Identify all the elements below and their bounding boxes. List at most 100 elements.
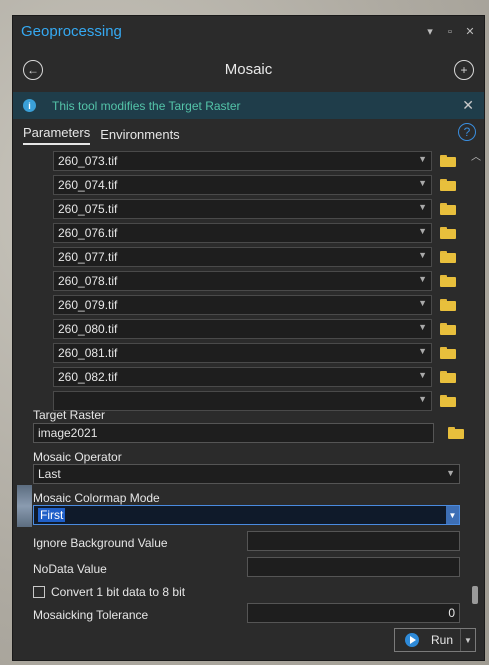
info-message: This tool modifies the Target Raster [52,98,241,113]
input-raster-row: 260_082.tif ▼ [53,365,456,389]
chevron-down-icon[interactable]: ▼ [418,370,427,380]
input-raster-field[interactable]: 260_076.tif ▼ [53,223,432,243]
folder-browse-icon[interactable] [440,203,456,215]
info-banner: i This tool modifies the Target Raster ✕ [13,92,484,119]
run-button[interactable]: Run ▼ [394,628,476,652]
input-raster-value: 260_074.tif [58,178,118,192]
input-raster-value: 260_076.tif [58,226,118,240]
convert-1bit-checkbox[interactable] [33,586,45,598]
nodata-input[interactable] [247,557,460,577]
chevron-down-icon[interactable]: ▼ [446,506,459,524]
mosaic-operator-value: Last [38,467,61,481]
target-raster-browse-icon[interactable] [448,427,464,439]
target-raster-label: Target Raster [33,408,106,422]
dismiss-info-icon[interactable]: ✕ [462,97,474,114]
ignore-background-label: Ignore Background Value [33,536,168,550]
input-raster-field[interactable]: 260_074.tif ▼ [53,175,432,195]
chevron-down-icon[interactable]: ▼ [418,274,427,284]
tab-parameters[interactable]: Parameters [23,125,91,145]
mosaic-operator-select[interactable]: Last ▼ [33,464,460,484]
input-raster-field[interactable]: 260_082.tif ▼ [53,367,432,387]
back-button[interactable]: ← [23,59,43,80]
active-parameter-indicator [17,485,32,527]
folder-browse-icon[interactable] [440,251,456,263]
add-button[interactable]: + [453,59,474,80]
input-raster-row: 260_076.tif ▼ [53,221,456,245]
info-icon: i [23,99,36,112]
input-raster-value: 260_080.tif [58,322,118,336]
nodata-label: NoData Value [33,562,107,576]
close-icon[interactable]: ✕ [464,25,476,38]
folder-browse-icon[interactable] [440,323,456,335]
input-raster-field[interactable]: ▼ [53,391,432,411]
maximize-icon[interactable]: ▫ [444,26,456,38]
input-raster-row: 260_075.tif ▼ [53,197,456,221]
scroll-up-icon[interactable]: ︿ [471,148,481,163]
ignore-background-input[interactable] [247,531,460,551]
help-icon[interactable]: ? [458,123,476,141]
tool-nav-row: ← Mosaic + [13,47,484,92]
scrollbar[interactable]: ︿ [471,148,481,606]
chevron-down-icon[interactable]: ▼ [418,250,427,260]
input-raster-row: 260_079.tif ▼ [53,293,456,317]
input-raster-row: 260_077.tif ▼ [53,245,456,269]
mosaicking-tolerance-input[interactable]: 0 [247,603,460,623]
pane-options-icon[interactable]: ▾ [424,25,436,38]
chevron-down-icon[interactable]: ▼ [418,322,427,332]
folder-browse-icon[interactable] [440,275,456,287]
chevron-down-icon[interactable]: ▼ [418,226,427,236]
input-raster-value: 260_082.tif [58,370,118,384]
input-raster-row: 260_073.tif ▼ [53,149,456,173]
input-raster-row: 260_074.tif ▼ [53,173,456,197]
run-options-chevron-icon[interactable]: ▼ [460,629,475,651]
input-raster-field[interactable]: 260_075.tif ▼ [53,199,432,219]
tab-strip: Parameters Environments ? [13,119,484,145]
chevron-down-icon[interactable]: ▼ [418,394,427,404]
mosaic-colormap-mode-label: Mosaic Colormap Mode [33,491,160,505]
tab-environments[interactable]: Environments [100,127,179,145]
chevron-down-icon[interactable]: ▼ [418,298,427,308]
input-raster-field[interactable]: 260_073.tif ▼ [53,151,432,171]
folder-browse-icon[interactable] [440,155,456,167]
geoprocessing-pane: Geoprocessing ▾ ▫ ✕ ← Mosaic + i This to… [12,15,485,661]
chevron-down-icon[interactable]: ▼ [418,178,427,188]
mosaicking-tolerance-label: Mosaicking Tolerance [33,608,149,622]
scroll-thumb[interactable] [472,586,478,604]
chevron-down-icon[interactable]: ▼ [418,154,427,164]
chevron-down-icon: ▼ [446,468,455,478]
input-raster-field[interactable]: 260_080.tif ▼ [53,319,432,339]
convert-1bit-label: Convert 1 bit data to 8 bit [51,585,186,599]
mosaic-colormap-mode-value: First [38,508,66,522]
input-raster-value: 260_073.tif [58,154,118,168]
input-raster-row: 260_081.tif ▼ [53,341,456,365]
input-raster-field[interactable]: 260_079.tif ▼ [53,295,432,315]
input-raster-field[interactable]: 260_081.tif ▼ [53,343,432,363]
folder-browse-icon[interactable] [440,395,456,407]
input-raster-value: 260_078.tif [58,274,118,288]
target-raster-input[interactable]: image2021 [33,423,434,443]
input-raster-field[interactable]: 260_077.tif ▼ [53,247,432,267]
play-icon [405,633,419,647]
folder-browse-icon[interactable] [440,299,456,311]
folder-browse-icon[interactable] [440,347,456,359]
mosaic-operator-label: Mosaic Operator [33,450,122,464]
pane-title: Geoprocessing [21,23,122,40]
folder-browse-icon[interactable] [440,227,456,239]
mosaic-colormap-mode-select[interactable]: First ▼ [33,505,460,525]
input-raster-field[interactable]: 260_078.tif ▼ [53,271,432,291]
input-raster-row: 260_078.tif ▼ [53,269,456,293]
pane-title-bar: Geoprocessing ▾ ▫ ✕ [13,16,484,47]
input-raster-value: 260_075.tif [58,202,118,216]
run-button-label: Run [431,633,454,647]
folder-browse-icon[interactable] [440,371,456,383]
folder-browse-icon[interactable] [440,179,456,191]
tool-title: Mosaic [224,61,273,78]
input-raster-value: 260_079.tif [58,298,118,312]
chevron-down-icon[interactable]: ▼ [418,202,427,212]
parameters-content: 260_073.tif ▼ 260_074.tif ▼ 260_075.tif ▼ 260_… [13,146,484,660]
input-raster-value: 260_077.tif [58,250,118,264]
input-raster-row: 260_080.tif ▼ [53,317,456,341]
input-raster-row: ▼ [53,389,456,413]
input-rasters-list: 260_073.tif ▼ 260_074.tif ▼ 260_075.tif ▼ 260_… [53,149,456,413]
chevron-down-icon[interactable]: ▼ [418,346,427,356]
